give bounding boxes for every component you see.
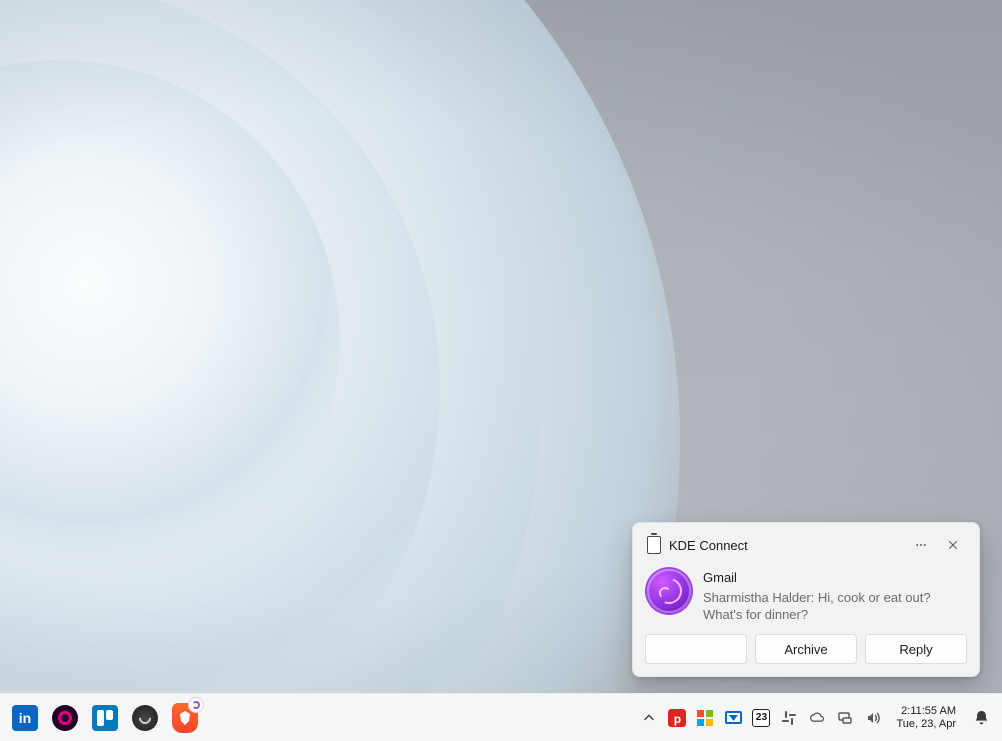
notification-close-button[interactable] (941, 533, 965, 557)
taskbar-brave-icon[interactable] (168, 701, 202, 735)
tray-p-icon[interactable]: p (666, 707, 688, 729)
trello-glyph-icon (92, 705, 118, 731)
brave-update-badge-icon (188, 697, 204, 713)
brave-lion-icon (178, 710, 192, 726)
archive-button[interactable]: Archive (755, 634, 857, 664)
tray-mail-icon[interactable] (722, 707, 744, 729)
notification-center-button[interactable] (968, 705, 994, 731)
notification-toast: KDE Connect Gmail Sharmistha Halder: Hi,… (632, 522, 980, 677)
kde-connect-icon (647, 536, 661, 554)
taskbar-pinned-apps: in (8, 701, 202, 735)
taskbar-linkedin-icon[interactable]: in (8, 701, 42, 735)
slack-glyph-icon (781, 710, 797, 726)
tray-overflow-button[interactable] (638, 707, 660, 729)
tray-volume-icon[interactable] (862, 707, 884, 729)
tray-onedrive-icon[interactable] (806, 707, 828, 729)
notification-body: Gmail Sharmistha Halder: Hi, cook or eat… (633, 565, 979, 634)
tray-slack-icon[interactable] (778, 707, 800, 729)
tray-network-icon[interactable] (834, 707, 856, 729)
chevron-up-icon (642, 711, 656, 725)
notification-message: Sharmistha Halder: Hi, cook or eat out? … (703, 589, 965, 624)
speaker-icon (865, 710, 881, 726)
taskbar-trello-icon[interactable] (88, 701, 122, 735)
notification-more-button[interactable] (909, 533, 933, 557)
taskbar-obs-icon[interactable] (128, 701, 162, 735)
tray-ms-store-icon[interactable] (694, 707, 716, 729)
tray-calendar-icon[interactable]: 23 (750, 707, 772, 729)
linkedin-glyph: in (19, 710, 31, 726)
taskbar-clock[interactable]: 2:11:55 AM Tue, 23, Apr (890, 705, 962, 730)
obs-ring-icon (137, 709, 154, 726)
mail-glyph-icon (725, 711, 742, 724)
ms-store-glyph-icon (697, 710, 713, 726)
calendar-glyph: 23 (752, 709, 770, 727)
notification-action-1[interactable] (645, 634, 747, 664)
p-glyph: p (668, 709, 686, 727)
notification-title: Gmail (703, 569, 965, 587)
taskbar: in p (0, 693, 1002, 741)
cloud-icon (809, 710, 825, 726)
clock-date: Tue, 23, Apr (896, 718, 956, 731)
taskbar-right: p 23 (638, 705, 994, 731)
notification-text: Gmail Sharmistha Halder: Hi, cook or eat… (703, 569, 965, 624)
close-icon (947, 539, 959, 551)
opera-gx-ring-icon (58, 711, 72, 725)
monitor-network-icon (837, 710, 853, 726)
clock-time: 2:11:55 AM (896, 705, 956, 718)
system-tray: p 23 (638, 707, 884, 729)
sender-avatar (647, 569, 691, 613)
notification-actions: Archive Reply (633, 634, 979, 664)
bell-icon (974, 710, 989, 726)
notification-header: KDE Connect (633, 523, 979, 565)
notification-app-name: KDE Connect (669, 538, 748, 553)
reply-button[interactable]: Reply (865, 634, 967, 664)
taskbar-opera-gx-icon[interactable] (48, 701, 82, 735)
ellipsis-icon (915, 539, 927, 551)
